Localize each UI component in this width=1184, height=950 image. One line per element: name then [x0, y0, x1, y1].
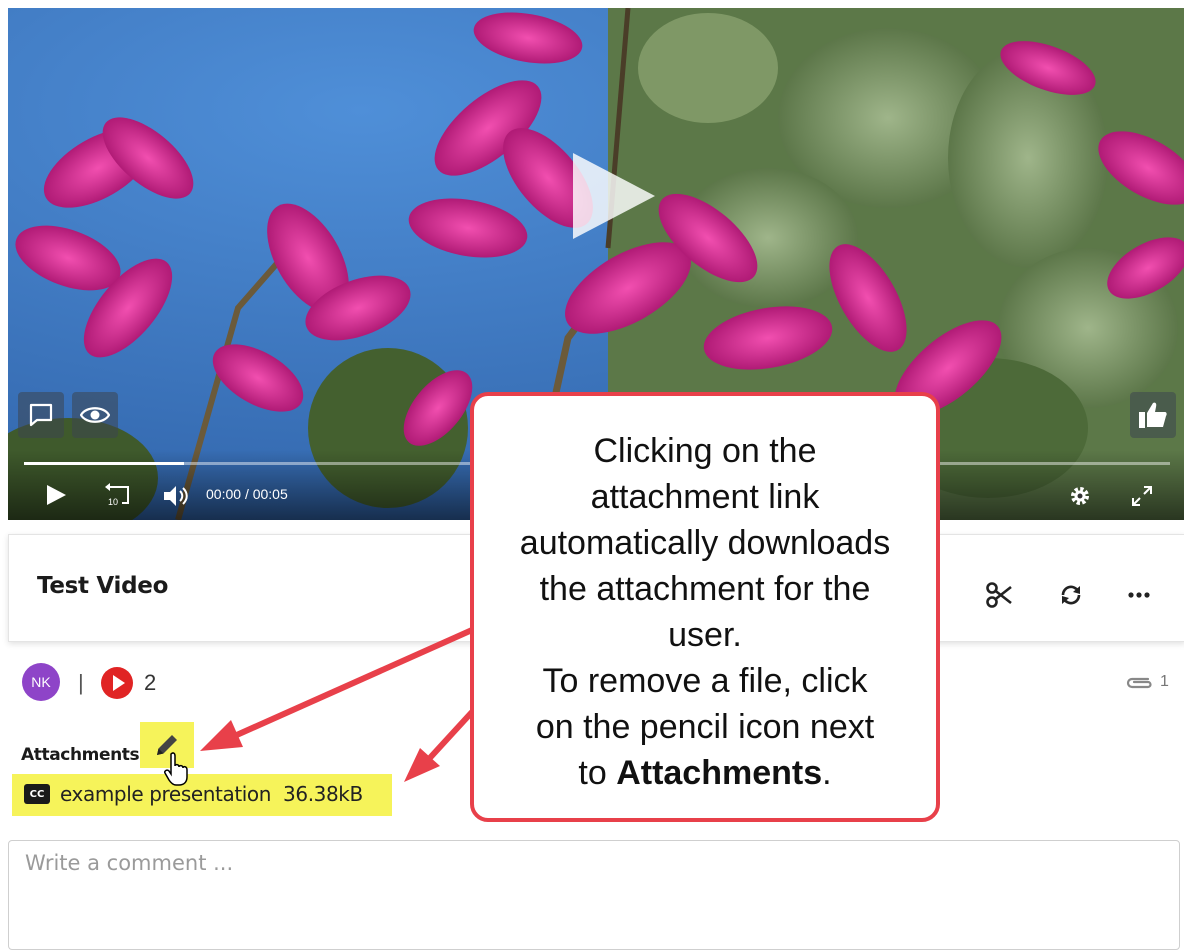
attachment-size: 36.38kB — [283, 782, 363, 806]
attachment-count: 1 — [1160, 673, 1169, 690]
video-title: Test Video — [37, 573, 169, 599]
play-icon — [47, 485, 66, 505]
callout-line: the attachment for the — [539, 570, 871, 608]
speech-bubble-icon — [29, 403, 53, 427]
avatar[interactable]: NK — [22, 663, 60, 701]
meta-separator: | — [78, 670, 84, 695]
rewind-seconds-label: 10 — [108, 497, 118, 507]
attachment-name: example presentation — [60, 782, 272, 806]
trim-button[interactable] — [981, 577, 1017, 613]
callout-line-last: to Attachments. — [494, 750, 916, 796]
attachment-link[interactable]: CC example presentation 36.38kB — [24, 782, 363, 806]
replace-button[interactable] — [1053, 577, 1089, 613]
callout-line: on the pencil icon next — [535, 708, 875, 746]
big-play-button[interactable] — [566, 150, 658, 242]
comment-overlay-button[interactable] — [18, 392, 64, 438]
play-button[interactable] — [42, 480, 70, 510]
progress-fill — [24, 462, 185, 465]
eye-overlay-button[interactable] — [72, 392, 118, 438]
view-count: 2 — [144, 670, 157, 695]
comment-input[interactable] — [8, 840, 1180, 950]
volume-icon — [164, 486, 188, 506]
like-overlay-button[interactable] — [1130, 392, 1176, 438]
callout-prefix: to — [578, 754, 617, 792]
callout-line: attachment link — [590, 478, 820, 516]
hand-cursor-icon — [164, 752, 188, 786]
callout-bold: Attachments — [616, 754, 823, 792]
thumbs-up-icon — [1139, 402, 1167, 428]
callout-line: To remove a file, click — [542, 662, 868, 700]
views-icon — [101, 667, 133, 699]
cc-icon: CC — [24, 784, 50, 804]
fullscreen-icon — [1132, 486, 1152, 506]
play-icon — [573, 153, 655, 239]
more-options-button[interactable] — [1121, 577, 1157, 613]
scissors-icon — [986, 582, 1012, 608]
rewind-button[interactable]: 10 — [102, 480, 134, 512]
time-separator: / — [244, 486, 249, 502]
volume-button[interactable] — [160, 480, 192, 512]
fullscreen-button[interactable] — [1126, 480, 1158, 512]
gear-icon — [1071, 487, 1089, 505]
callout-suffix: . — [822, 754, 832, 792]
eye-icon — [80, 407, 110, 423]
time-display: 00:00 / 00:05 — [206, 486, 288, 502]
instruction-callout: Clicking on the attachment link automati… — [470, 392, 940, 822]
more-dots-icon — [1128, 592, 1150, 598]
callout-line: user. — [668, 616, 742, 654]
refresh-icon — [1061, 585, 1081, 605]
attachments-label: Attachments — [21, 745, 140, 765]
time-total: 00:05 — [252, 486, 288, 502]
callout-line: automatically downloads — [519, 524, 891, 562]
time-current: 00:00 — [206, 486, 242, 502]
callout-line: Clicking on the — [593, 432, 817, 470]
paperclip-icon[interactable] — [1124, 674, 1154, 692]
rewind-10-icon: 10 — [105, 483, 129, 507]
settings-button[interactable] — [1064, 480, 1096, 512]
